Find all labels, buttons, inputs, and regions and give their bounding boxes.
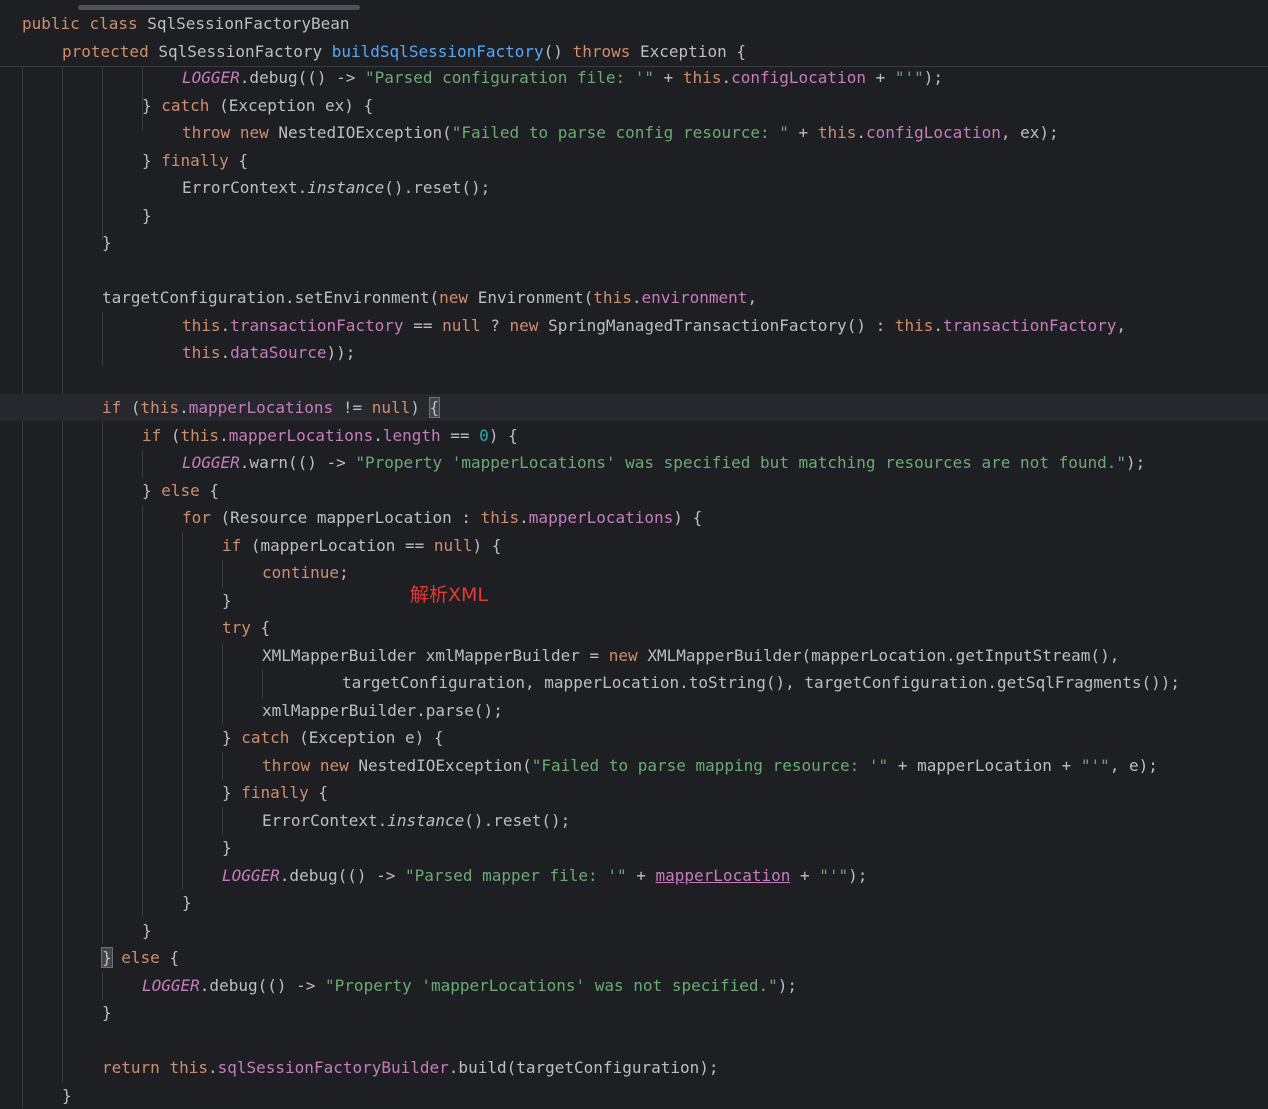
- annotation-label: 解析XML: [410, 584, 488, 606]
- code-line: try {: [222, 618, 271, 637]
- code-line: ErrorContext.instance().reset();: [262, 811, 571, 830]
- code-line: throw new NestedIOException("Failed to p…: [182, 123, 1059, 142]
- code-line: LOGGER.debug(() -> "Parsed mapper file: …: [222, 866, 868, 885]
- code-line: }: [62, 1086, 72, 1105]
- code-editor[interactable]: LOGGER.debug(() -> "Parsed configuration…: [0, 0, 1268, 1108]
- code-line: }: [142, 921, 152, 940]
- code-line: if (this.mapperLocations.length == 0) {: [142, 426, 518, 445]
- code-line: } finally {: [222, 783, 328, 802]
- sticky-scope-header[interactable]: public class SqlSessionFactoryBean prote…: [0, 10, 1268, 67]
- code-line: for (Resource mapperLocation : this.mapp…: [182, 508, 703, 527]
- code-line: xmlMapperBuilder.parse();: [262, 701, 503, 720]
- code-line: continue;: [262, 563, 349, 582]
- code-line: }: [102, 233, 112, 252]
- code-line: XMLMapperBuilder xmlMapperBuilder = new …: [262, 646, 1120, 665]
- code-line: return this.sqlSessionFactoryBuilder.bui…: [102, 1058, 719, 1077]
- matched-brace: {: [428, 397, 441, 418]
- code-line: if (mapperLocation == null) {: [222, 536, 502, 555]
- code-line: ErrorContext.instance().reset();: [182, 178, 491, 197]
- sticky-line-class: public class SqlSessionFactoryBean: [22, 14, 350, 33]
- code-line: } else {: [101, 947, 180, 968]
- code-line: }: [142, 206, 152, 225]
- code-line: LOGGER.debug(() -> "Property 'mapperLoca…: [142, 976, 798, 995]
- code-line: }: [182, 893, 192, 912]
- code-line: LOGGER.debug(() -> "Parsed configuration…: [182, 68, 944, 87]
- code-line: targetConfiguration, mapperLocation.toSt…: [342, 673, 1181, 692]
- code-line: LOGGER.warn(() -> "Property 'mapperLocat…: [182, 453, 1146, 472]
- code-line-current: if (this.mapperLocations != null) {: [0, 394, 1268, 421]
- code-line: targetConfiguration.setEnvironment(new E…: [102, 288, 758, 307]
- code-line: this.dataSource));: [182, 343, 356, 362]
- code-line: } else {: [142, 481, 220, 500]
- matched-brace: }: [101, 947, 113, 968]
- code-line: throw new NestedIOException("Failed to p…: [262, 756, 1158, 775]
- code-line: }: [222, 838, 232, 857]
- code-line: } catch (Exception e) {: [222, 728, 444, 747]
- code-line: this.transactionFactory == null ? new Sp…: [182, 316, 1127, 335]
- code-line: } finally {: [142, 151, 248, 170]
- code-line: } catch (Exception ex) {: [142, 96, 374, 115]
- code-line: }: [102, 1003, 112, 1022]
- code-line: }: [222, 591, 232, 610]
- sticky-line-method: protected SqlSessionFactory buildSqlSess…: [62, 42, 746, 61]
- mapper-location-reference[interactable]: mapperLocation: [656, 866, 791, 885]
